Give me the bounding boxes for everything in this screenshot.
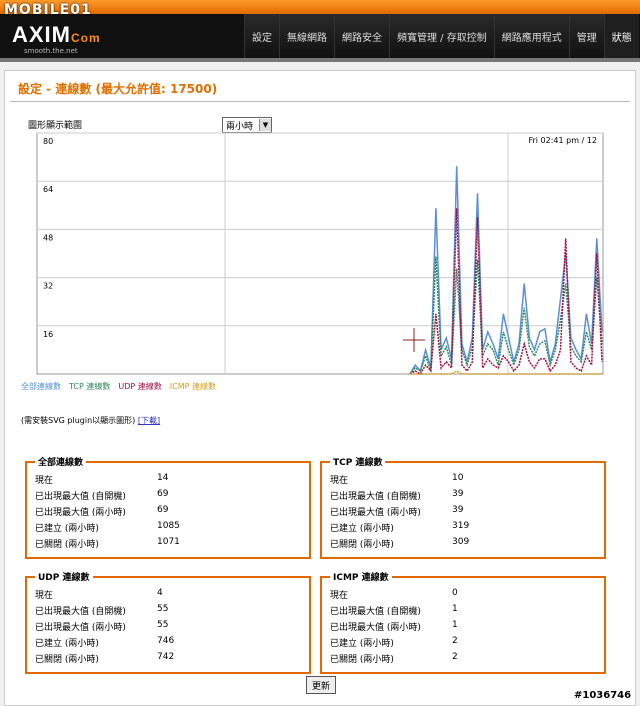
stat-value: 309 (452, 537, 470, 547)
stat-value: 0 (452, 588, 458, 598)
stat-title-all: 全部連線數 (35, 455, 87, 468)
stat-value: 10 (452, 473, 464, 483)
stat-label: 已出現最大值 (兩小時) (35, 623, 126, 633)
stat-value: 2 (452, 652, 458, 662)
y-tick-label: 80 (43, 137, 53, 146)
stat-value: 39 (452, 489, 464, 499)
stat-value: 69 (157, 505, 169, 515)
y-tick-label: 64 (43, 185, 53, 194)
svg-note-text: (需安裝SVG plugin以顯示圖形) (21, 416, 136, 425)
stat-value: 4 (157, 588, 163, 598)
stat-title-tcp: TCP 連線數 (330, 455, 386, 468)
stat-value: 742 (157, 652, 175, 662)
legend-icmp: ICMP 連線數 (169, 382, 216, 391)
stat-label: 已建立 (兩小時) (35, 639, 99, 649)
legend-all: 全部連線數 (21, 382, 61, 391)
stat-value: 2 (452, 636, 458, 646)
stat-box-all: 全部連線數 現在 14 已出現最大值 (自開機) 69 已出現最大值 (兩小時)… (25, 455, 311, 559)
stat-label: 已出現最大值 (自開機) (35, 607, 126, 617)
stat-box-udp: UDP 連線數 現在 4 已出現最大值 (自開機) 55 已出現最大值 (兩小時… (25, 570, 311, 674)
stat-box-icmp: ICMP 連線數 現在 0 已出現最大值 (自開機) 1 已出現最大值 (兩小時… (320, 570, 606, 674)
y-tick-label: 48 (43, 233, 53, 242)
stat-value: 319 (452, 521, 470, 531)
stat-label: 現在 (35, 591, 54, 601)
svg-plugin-note: (需安裝SVG plugin以顯示圖形) [下載] (21, 415, 160, 426)
stat-title-udp: UDP 連線數 (35, 570, 93, 583)
stat-label: 已關閉 (兩小時) (330, 655, 394, 665)
stat-label: 已關閉 (兩小時) (35, 540, 99, 550)
chart-legend: 全部連線數 TCP 連線數 UDP 連線數 ICMP 連線數 (21, 381, 216, 392)
stat-value: 39 (452, 505, 464, 515)
stat-box-tcp: TCP 連線數 現在 10 已出現最大值 (自開機) 39 已出現最大值 (兩小… (320, 455, 606, 559)
stat-value: 69 (157, 489, 169, 499)
stat-label: 已出現最大值 (自開機) (35, 492, 126, 502)
stat-label: 已建立 (兩小時) (330, 524, 394, 534)
stat-label: 現在 (35, 476, 54, 486)
stat-value: 14 (157, 473, 169, 483)
stat-value: 55 (157, 604, 169, 614)
stat-value: 1 (452, 604, 458, 614)
stat-label: 已出現最大值 (自開機) (330, 492, 421, 502)
stat-title-icmp: ICMP 連線數 (330, 570, 392, 583)
stat-value: 1071 (157, 537, 180, 547)
stat-label: 已關閉 (兩小時) (35, 655, 99, 665)
stat-label: 已出現最大值 (兩小時) (35, 508, 126, 518)
stat-value: 1085 (157, 521, 180, 531)
y-tick-label: 16 (43, 330, 53, 339)
chart-plot-area (36, 132, 604, 375)
stat-label: 現在 (330, 476, 349, 486)
stat-value: 1 (452, 620, 458, 630)
stat-value: 55 (157, 620, 169, 630)
legend-tcp: TCP 連線數 (69, 382, 111, 391)
svg-download-link[interactable]: [下載] (138, 416, 160, 425)
chart-timestamp: Fri 02:41 pm / 12 (528, 136, 597, 145)
stat-label: 已建立 (兩小時) (35, 524, 99, 534)
stat-label: 已建立 (兩小時) (330, 639, 394, 649)
y-tick-label: 32 (43, 282, 53, 291)
stat-label: 已出現最大值 (兩小時) (330, 623, 421, 633)
stat-value: 746 (157, 636, 175, 646)
stat-label: 現在 (330, 591, 349, 601)
stat-label: 已關閉 (兩小時) (330, 540, 394, 550)
refresh-button[interactable]: 更新 (306, 676, 336, 694)
legend-udp: UDP 連線數 (118, 382, 162, 391)
footer-watermark: #1036746 (574, 690, 632, 701)
stat-label: 已出現最大值 (兩小時) (330, 508, 421, 518)
stat-label: 已出現最大值 (自開機) (330, 607, 421, 617)
connections-chart: 80 64 48 32 16 Fri 02:41 pm / 12 (36, 132, 604, 376)
